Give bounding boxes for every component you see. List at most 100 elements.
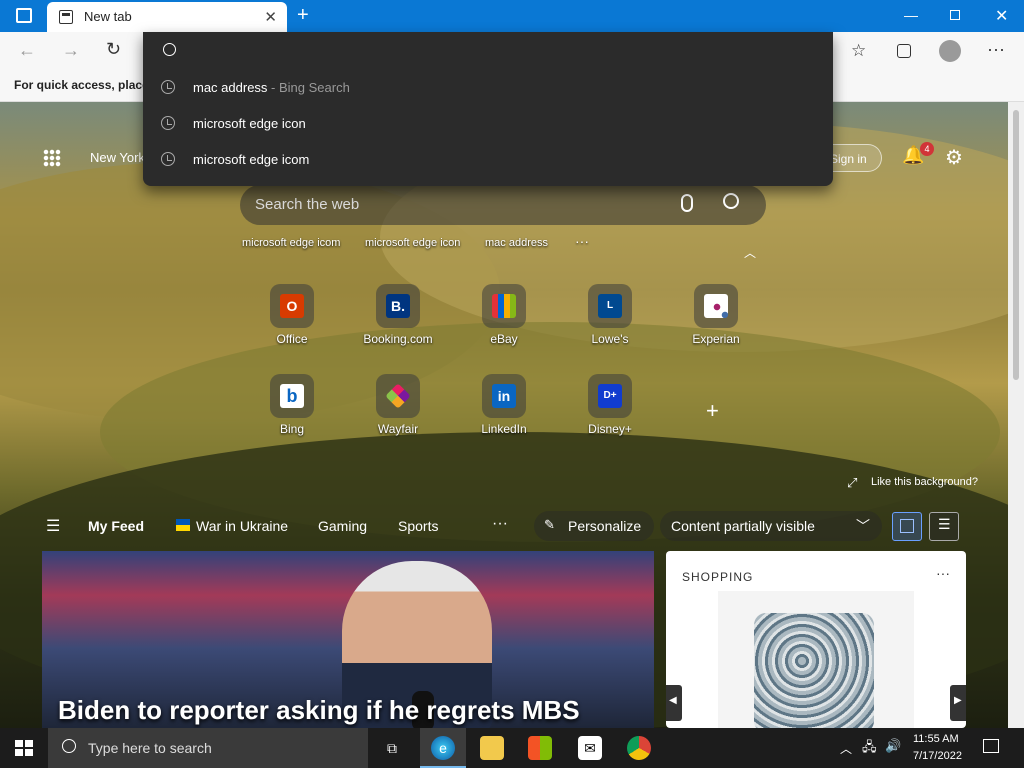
quick-link-ebay[interactable]: eBay [449, 284, 559, 346]
list-view-button[interactable]: ☰ [929, 512, 959, 541]
shopping-more-icon[interactable]: ··· [936, 565, 950, 581]
start-button[interactable] [15, 740, 33, 756]
quick-link-bing[interactable]: b Bing [237, 374, 347, 436]
taskbar-search-icon [62, 739, 76, 753]
quick-link-wayfair[interactable]: Wayfair [343, 374, 453, 436]
add-shortcut-button[interactable]: + [706, 398, 719, 424]
quick-link-label: Disney+ [588, 422, 632, 436]
clock-date[interactable]: 7/17/2022 [913, 750, 962, 762]
feed-more-icon[interactable]: ··· [492, 515, 508, 533]
tab-actions-icon[interactable] [16, 8, 32, 23]
disney-plus-icon: D+ [598, 384, 622, 408]
suggestion-item[interactable]: mac address - Bing Search [143, 70, 833, 106]
suggestion-text: microsoft edge icon [193, 116, 306, 131]
chevron-right-icon: ▶ [954, 695, 962, 706]
refresh-button[interactable]: ↻ [106, 39, 121, 60]
chevron-down-icon: ﹀ [856, 518, 870, 534]
address-bar-dropdown: mac address - Bing Search microsoft edge… [143, 32, 833, 186]
quick-link-label: eBay [490, 332, 518, 346]
quick-link-label: LinkedIn [481, 422, 527, 436]
apps-launcher-icon[interactable] [43, 149, 61, 167]
tab-gaming[interactable]: Gaming [318, 518, 367, 534]
suggestion-source: - Bing Search [271, 80, 350, 95]
expand-icon[interactable]: ⤢ [847, 475, 857, 491]
list-icon: ☰ [938, 516, 951, 532]
taskbar-search-box[interactable]: Type here to search [48, 728, 368, 768]
favorites-icon[interactable]: ☆ [851, 41, 866, 61]
action-center-icon[interactable] [983, 739, 999, 753]
minimize-button[interactable]: — [904, 7, 918, 23]
pencil-icon: ✎ [544, 517, 555, 532]
quick-link-experian[interactable]: Experian [661, 284, 771, 346]
network-icon[interactable]: 🖧 [862, 738, 877, 760]
quick-link-label: Experian [692, 332, 740, 346]
carousel-next-button[interactable]: ▶ [950, 685, 966, 721]
like-background-link[interactable]: Like this background? [871, 476, 978, 488]
quick-link-disney[interactable]: D+ Disney+ [555, 374, 665, 436]
close-tab-icon[interactable]: ✕ [264, 8, 277, 26]
collapse-chevron-icon[interactable]: ︿ [744, 244, 756, 261]
personalize-button[interactable]: ✎ Personalize [534, 511, 654, 541]
back-button[interactable]: ← [18, 40, 36, 61]
settings-more-icon[interactable]: ··· [987, 39, 1005, 60]
personalize-label: Personalize [568, 518, 642, 534]
web-search-box[interactable]: Search the web [240, 185, 766, 225]
tab-title: New tab [84, 9, 132, 24]
shopping-card[interactable]: SHOPPING ··· ◀ ▶ [666, 551, 966, 728]
carousel-prev-button[interactable]: ◀ [666, 685, 682, 721]
recent-search-chip[interactable]: microsoft edge icon [365, 237, 460, 249]
recent-search-chip[interactable]: microsoft edge icom [242, 237, 340, 249]
restore-button[interactable] [950, 10, 960, 20]
tab-sports[interactable]: Sports [398, 518, 438, 534]
office-icon: O [280, 294, 304, 318]
store-icon[interactable] [528, 736, 552, 760]
more-searches-icon[interactable]: ··· [575, 233, 589, 249]
history-icon [161, 80, 175, 94]
page-settings-gear-icon[interactable]: ⚙ [945, 145, 963, 170]
quick-link-linkedin[interactable]: in LinkedIn [449, 374, 559, 436]
news-headline: Biden to reporter asking if he regrets M… [58, 695, 580, 725]
news-card[interactable]: Biden to reporter asking if he regrets M… [42, 551, 654, 728]
grid-view-button[interactable] [892, 512, 922, 541]
recent-search-chip[interactable]: mac address [485, 237, 548, 249]
task-view-icon[interactable]: ⧉ [380, 736, 404, 760]
profile-avatar[interactable] [939, 40, 961, 62]
quick-link-booking[interactable]: B. Booking.com [343, 284, 453, 346]
quick-link-label: Booking.com [363, 332, 433, 346]
forward-button[interactable]: → [62, 40, 80, 61]
lowes-icon: L [598, 294, 622, 318]
close-window-button[interactable]: ✕ [995, 6, 1008, 26]
weather-location[interactable]: New York [90, 150, 145, 165]
quick-link-lowes[interactable]: L Lowe's [555, 284, 665, 346]
chrome-icon[interactable] [627, 736, 651, 760]
content-visibility-value: Content partially visible [671, 518, 815, 534]
show-hidden-icons-chevron-icon[interactable]: ︿ [840, 740, 852, 757]
history-icon [161, 116, 175, 130]
collections-icon[interactable] [897, 44, 911, 58]
content-visibility-select[interactable]: Content partially visible ﹀ [660, 511, 882, 541]
bing-icon: b [280, 384, 304, 408]
shopping-label: SHOPPING [682, 570, 754, 584]
clock-time[interactable]: 11:55 AM [913, 733, 959, 745]
tab-my-feed[interactable]: My Feed [88, 518, 144, 534]
new-tab-button[interactable]: + [297, 4, 309, 27]
tab-war-in-ukraine[interactable]: War in Ukraine [196, 518, 288, 534]
linkedin-icon: in [492, 384, 516, 408]
file-explorer-icon[interactable] [480, 736, 504, 760]
suggestion-item[interactable]: microsoft edge icom [143, 142, 833, 178]
suggestion-text: mac address [193, 80, 268, 95]
mail-icon[interactable]: ✉ [578, 736, 602, 760]
edge-icon[interactable]: e [431, 736, 455, 760]
search-icon[interactable] [723, 193, 739, 209]
microphone-icon[interactable] [681, 194, 693, 212]
volume-icon[interactable]: 🔊 [885, 738, 901, 754]
suggestion-item[interactable]: microsoft edge icon [143, 106, 833, 142]
title-bar: New tab ✕ + — ✕ [0, 0, 1024, 32]
favorites-bar-hint: For quick access, place y [14, 78, 159, 92]
grid-icon [900, 519, 914, 533]
feed-menu-icon[interactable]: ☰ [46, 516, 60, 536]
tab-new-tab[interactable]: New tab ✕ [47, 2, 287, 32]
page-scrollbar[interactable] [1008, 102, 1024, 728]
quick-link-office[interactable]: O Office [237, 284, 347, 346]
wayfair-icon [385, 383, 411, 409]
